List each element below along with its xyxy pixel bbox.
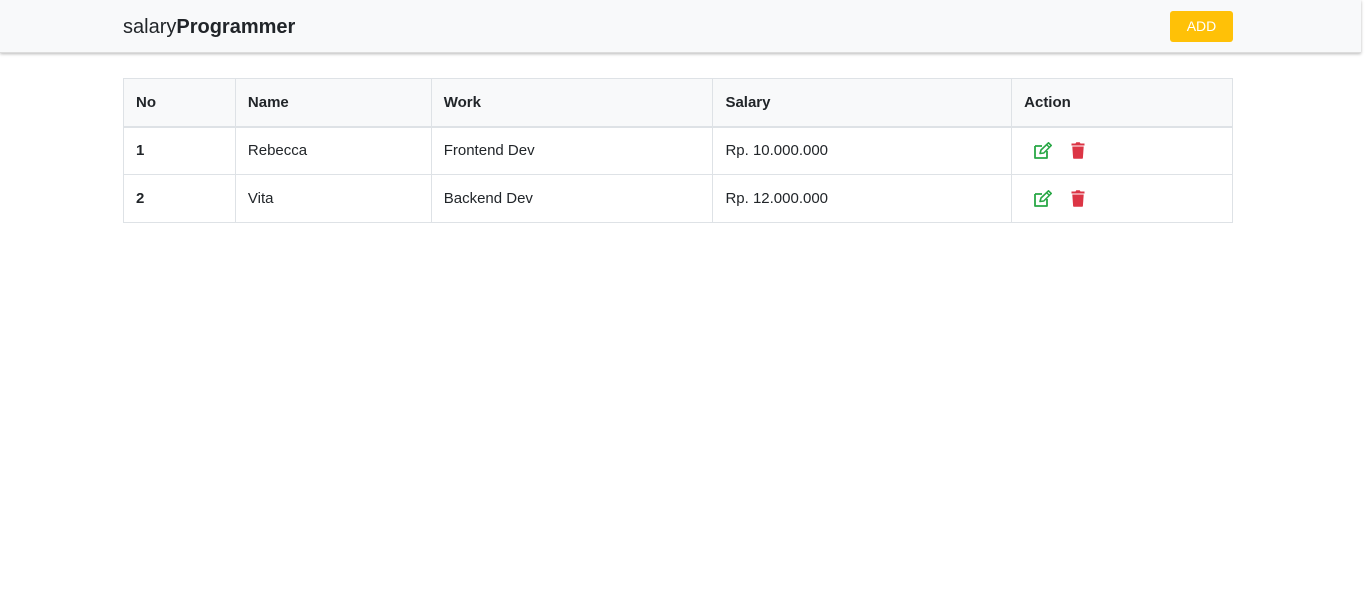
brand-text-light: salary: [123, 16, 177, 38]
cell-work: Frontend Dev: [430, 126, 714, 175]
header-name: Name: [234, 78, 432, 128]
navbar: salaryProgrammer ADD: [0, 0, 1361, 53]
salary-table: No Name Work Salary Action 1 Rebecca Fro…: [123, 78, 1233, 223]
edit-icon[interactable]: [1032, 141, 1052, 161]
header-no: No: [123, 78, 236, 128]
cell-name: Rebecca: [234, 126, 432, 175]
trash-icon[interactable]: [1068, 189, 1088, 209]
brand-logo[interactable]: salaryProgrammer: [123, 15, 295, 39]
edit-icon-svg: [1033, 141, 1052, 159]
trash-icon[interactable]: [1068, 141, 1088, 161]
header-action: Action: [1011, 78, 1233, 128]
cell-no: 2: [123, 174, 236, 223]
trash-icon-svg: [1071, 142, 1085, 160]
header-work: Work: [430, 78, 714, 128]
trash-icon-svg: [1071, 190, 1085, 207]
row-actions: [1024, 189, 1220, 209]
table-row: 1 Rebecca Frontend Dev Rp. 10.000.000: [123, 126, 1233, 175]
table-header-row: No Name Work Salary Action: [123, 78, 1233, 128]
table-row: 2 Vita Backend Dev Rp. 12.000.000: [123, 174, 1233, 223]
cell-action: [1011, 174, 1233, 223]
cell-work: Backend Dev: [430, 174, 714, 223]
add-button[interactable]: ADD: [1170, 11, 1233, 42]
edit-icon[interactable]: [1032, 189, 1052, 209]
cell-salary: Rp. 10.000.000: [712, 126, 1013, 175]
cell-salary: Rp. 12.000.000: [712, 174, 1013, 223]
edit-icon-svg: [1033, 189, 1052, 207]
brand-text-bold: Programmer: [176, 16, 296, 38]
cell-action: [1011, 126, 1233, 175]
row-actions: [1024, 141, 1220, 161]
header-salary: Salary: [712, 78, 1013, 128]
cell-no: 1: [123, 126, 236, 175]
cell-name: Vita: [234, 174, 432, 223]
